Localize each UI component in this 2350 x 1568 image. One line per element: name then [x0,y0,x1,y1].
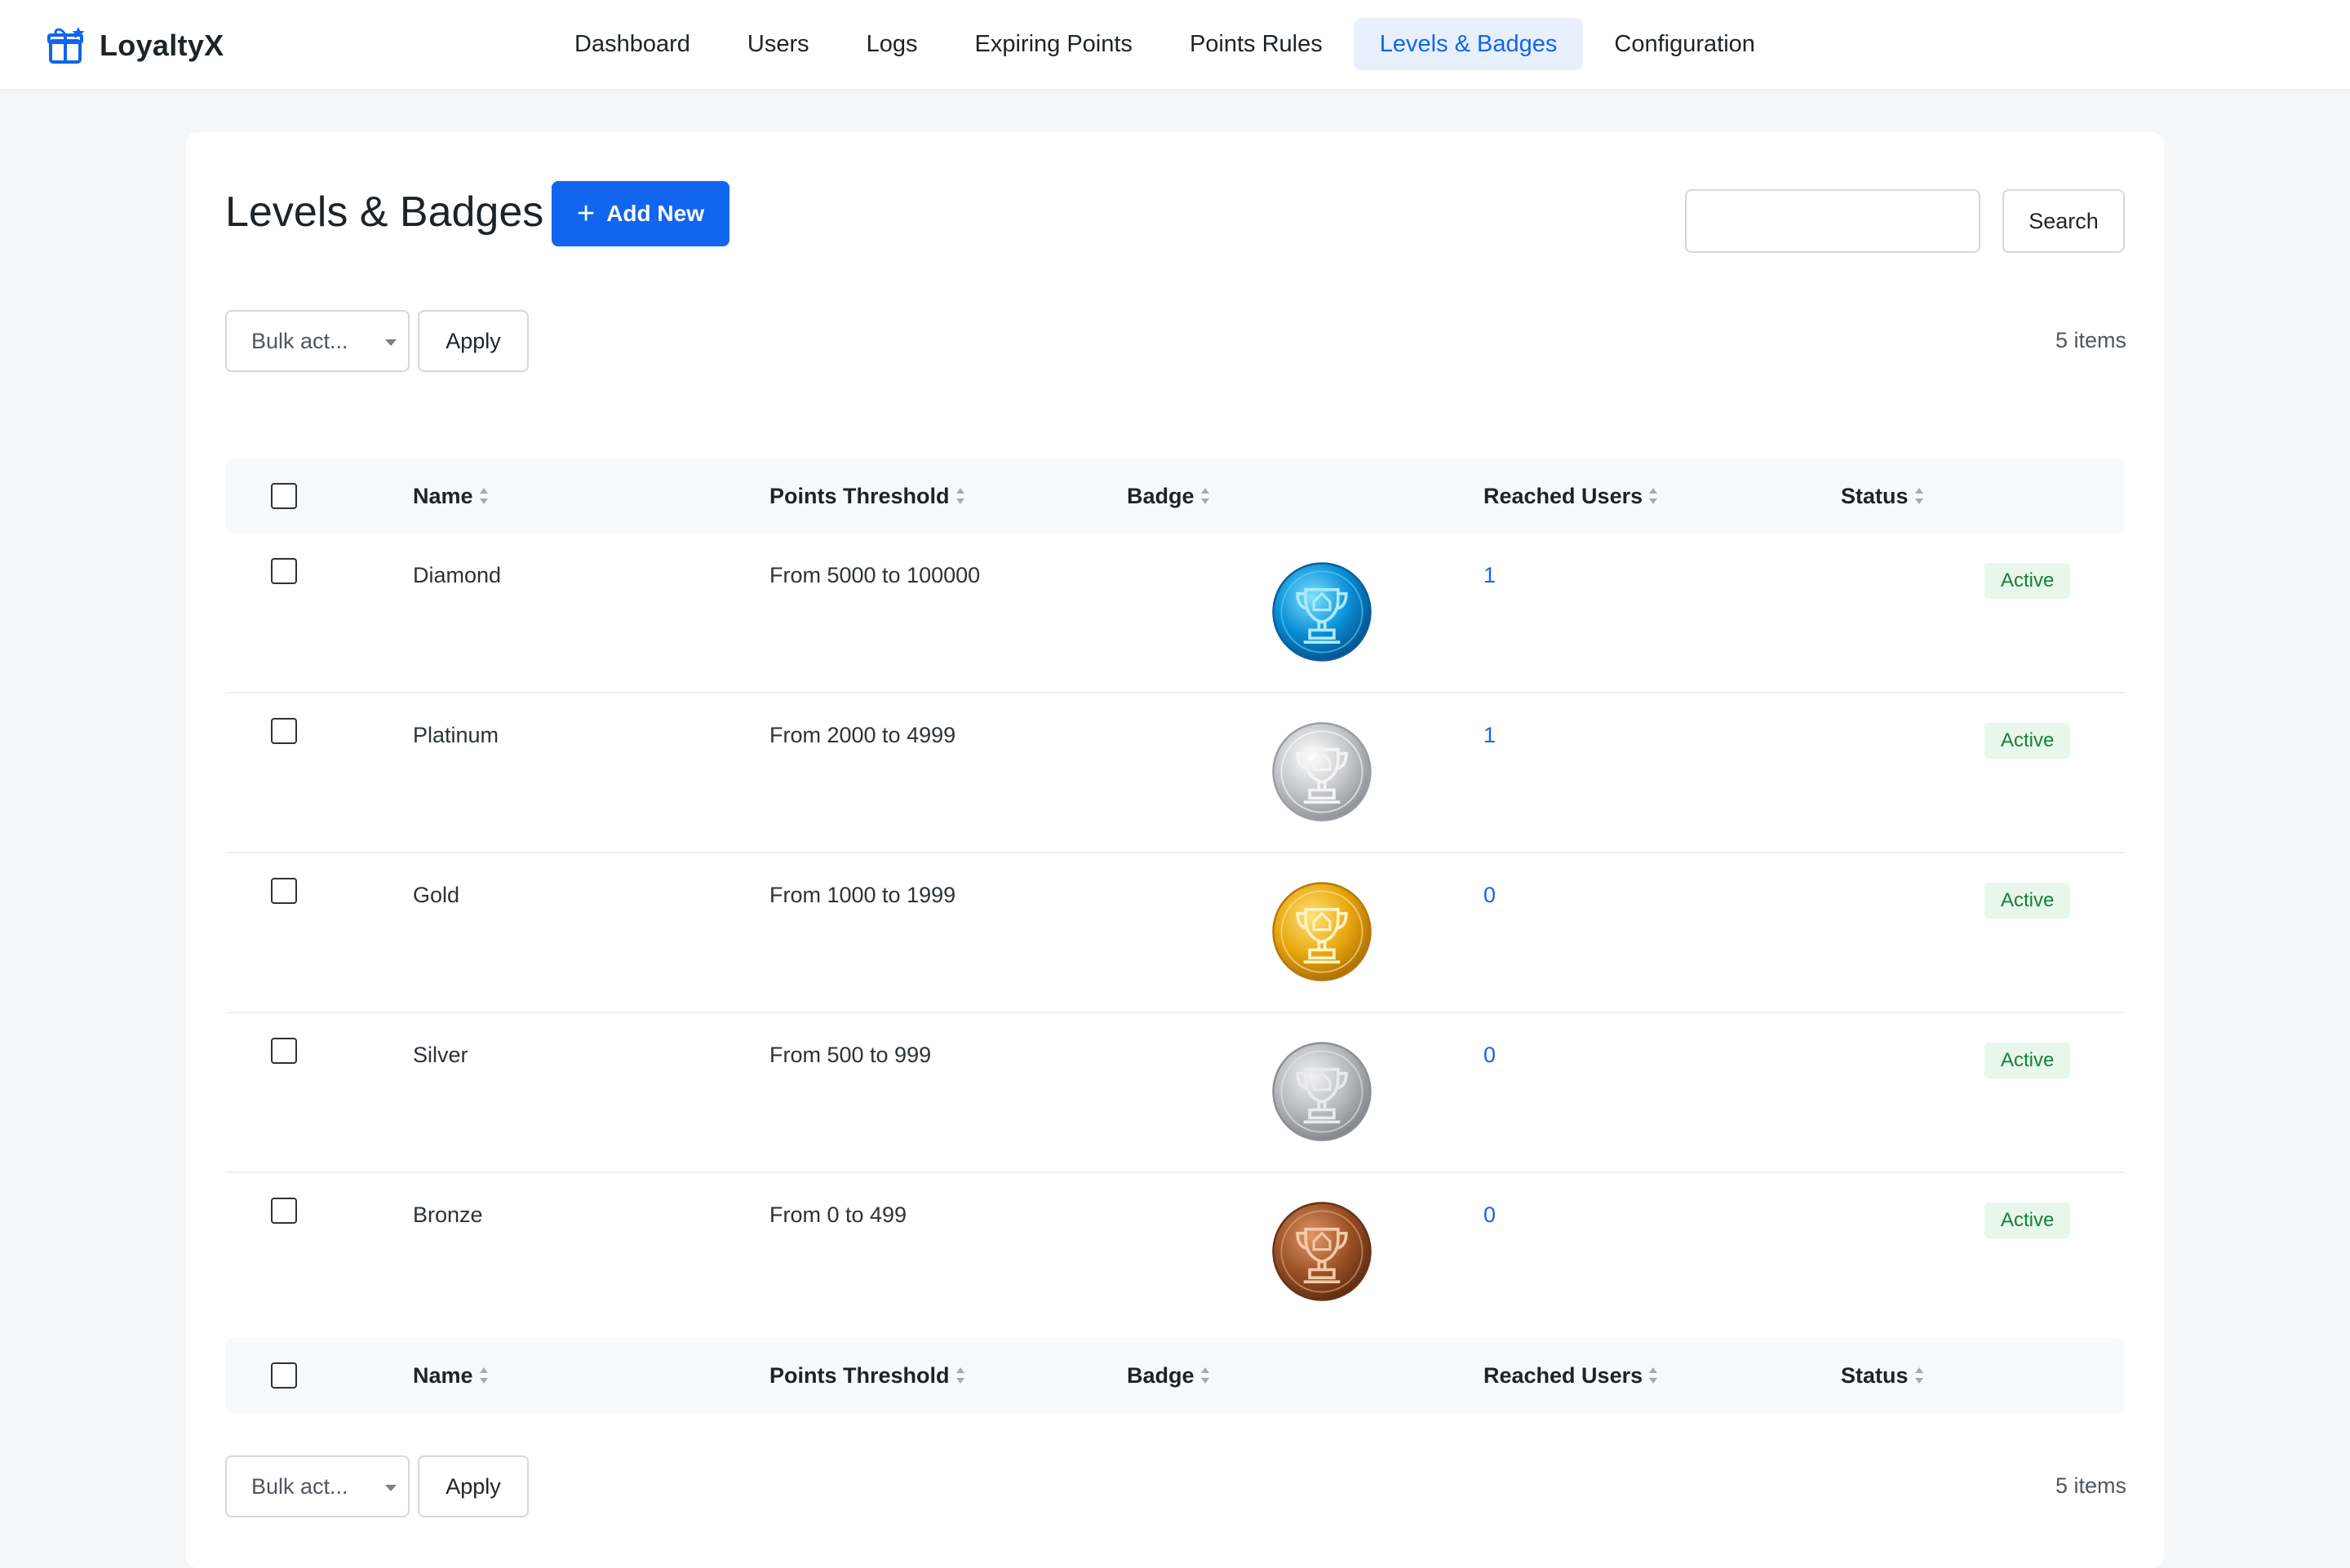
add-new-label: Add New [606,201,704,226]
app-name: LoyaltyX [100,29,224,62]
levels-badges-card: Levels & Badges + Add New Search Bulk ac… [186,132,2164,1568]
column-label: Points Threshold [769,1363,950,1388]
level-name[interactable]: Platinum [413,723,499,748]
column-label: Reached Users [1483,484,1643,508]
points-threshold: From 2000 to 4999 [769,723,956,747]
nav-levels-badges[interactable]: Levels & Badges [1353,18,1584,70]
column-header-status[interactable]: Status [1841,458,1925,534]
table-row: Diamond From 5000 to 100000 1 Active [225,534,2125,693]
column-footer-reached-users[interactable]: Reached Users [1483,1338,1659,1413]
sort-icon [1200,1366,1209,1384]
sort-icon [1914,1366,1923,1384]
silver-trophy-medal-icon [1272,1042,1372,1141]
column-label: Points Threshold [769,484,950,508]
sort-icon [956,487,964,504]
column-footer-badge[interactable]: Badge [1127,1338,1211,1413]
table-row: Gold From 1000 to 1999 0 Active [225,853,2125,1013]
bulk-actions-select-top[interactable]: Bulk act... [225,310,410,372]
column-label: Reached Users [1483,1363,1643,1388]
apply-button-bottom[interactable]: Apply [418,1455,529,1517]
level-name[interactable]: Silver [413,1043,468,1068]
page-title: Levels & Badges [225,188,544,236]
bronze-trophy-medal-icon [1272,1202,1372,1301]
nav-points-rules[interactable]: Points Rules [1164,18,1349,70]
items-count-top: 5 items [2055,328,2126,352]
column-label: Status [1841,484,1909,508]
row-checkbox[interactable] [271,878,297,904]
gold-trophy-medal-icon [1272,882,1372,981]
level-name[interactable]: Diamond [413,563,501,588]
level-name[interactable]: Gold [413,883,459,908]
search-input[interactable] [1685,189,1980,253]
status-badge: Active [1984,883,2071,919]
column-footer-points-threshold[interactable]: Points Threshold [769,1338,966,1413]
table-footer: Name Points Threshold Badge Reached User… [225,1338,2125,1413]
sort-icon [956,1366,964,1384]
points-threshold: From 500 to 999 [769,1043,932,1067]
row-checkbox[interactable] [271,1198,297,1224]
select-all-checkbox-bottom[interactable] [271,1362,297,1389]
gift-logo-icon [47,27,85,64]
reached-users-link[interactable]: 0 [1483,1203,1496,1228]
sort-icon [1914,487,1923,504]
sort-icon [479,1366,488,1384]
row-checkbox[interactable] [271,558,297,584]
column-header-reached-users[interactable]: Reached Users [1483,458,1659,534]
bulk-actions-select-bottom[interactable]: Bulk act... [225,1455,410,1517]
chevron-down-icon [385,1485,397,1491]
nav-expiring-points[interactable]: Expiring Points [949,18,1159,70]
column-label: Name [413,484,473,508]
status-badge: Active [1984,723,2071,759]
sort-icon [1649,487,1658,504]
table-header: Name Points Threshold Badge Reached User… [225,458,2125,534]
nav-users[interactable]: Users [721,18,836,70]
reached-users-link[interactable]: 0 [1483,883,1496,908]
column-header-points-threshold[interactable]: Points Threshold [769,458,966,534]
brand[interactable]: LoyaltyX [46,21,224,70]
column-label: Status [1841,1363,1909,1388]
row-checkbox[interactable] [271,1038,297,1064]
row-checkbox[interactable] [271,718,297,744]
points-threshold: From 5000 to 100000 [769,563,981,587]
column-label: Name [413,1363,473,1388]
column-footer-name[interactable]: Name [413,1338,490,1413]
sort-icon [479,487,488,504]
bulk-actions-label: Bulk act... [251,329,348,353]
reached-users-link[interactable]: 1 [1483,723,1496,748]
main-nav: Dashboard Users Logs Expiring Points Poi… [548,18,1786,70]
plus-icon: + [577,197,596,231]
status-badge: Active [1984,1043,2071,1079]
reached-users-link[interactable]: 1 [1483,563,1496,588]
select-all-checkbox[interactable] [271,483,297,509]
table-row: Bronze From 0 to 499 0 Active [225,1173,2125,1333]
reached-users-link[interactable]: 0 [1483,1043,1496,1068]
nav-configuration[interactable]: Configuration [1588,18,1781,70]
points-threshold: From 0 to 499 [769,1203,907,1227]
platinum-trophy-medal-icon [1272,722,1372,822]
nav-logs[interactable]: Logs [840,18,944,70]
add-new-button[interactable]: + Add New [552,181,729,246]
bulk-actions-label: Bulk act... [251,1474,348,1499]
points-threshold: From 1000 to 1999 [769,883,956,907]
column-label: Badge [1127,1363,1195,1388]
top-navigation-bar: LoyaltyX Dashboard Users Logs Expiring P… [0,0,2350,91]
table-row: Platinum From 2000 to 4999 1 Active [225,693,2125,853]
level-name[interactable]: Bronze [413,1203,483,1228]
status-badge: Active [1984,1203,2071,1238]
column-header-badge[interactable]: Badge [1127,458,1211,534]
sort-icon [1649,1366,1658,1384]
diamond-trophy-medal-icon [1272,562,1372,662]
chevron-down-icon [385,339,397,346]
search-button[interactable]: Search [2002,189,2125,253]
status-badge: Active [1984,563,2071,599]
column-label: Badge [1127,484,1195,508]
items-count-bottom: 5 items [2055,1473,2126,1498]
column-header-name[interactable]: Name [413,458,490,534]
sort-icon [1200,487,1209,504]
nav-dashboard[interactable]: Dashboard [548,18,716,70]
column-footer-status[interactable]: Status [1841,1338,1925,1413]
apply-button-top[interactable]: Apply [418,310,529,372]
table-row: Silver From 500 to 999 0 Active [225,1013,2125,1173]
